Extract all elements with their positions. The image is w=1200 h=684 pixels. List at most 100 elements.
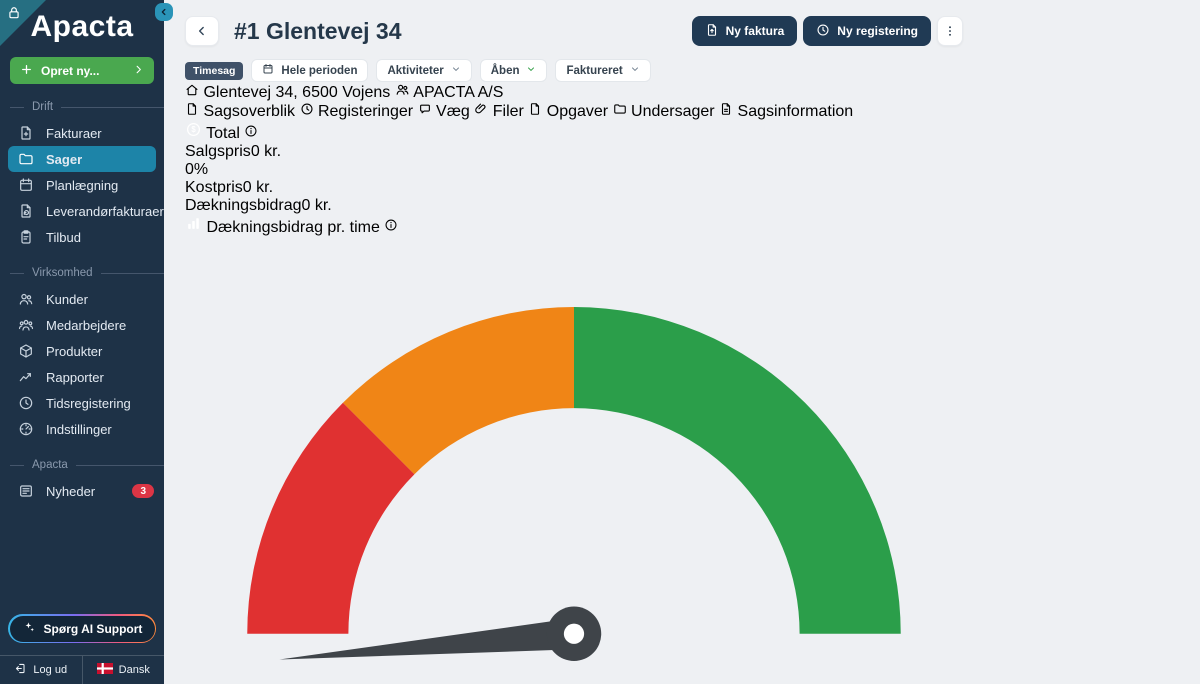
employees-icon — [18, 317, 34, 333]
tab-sagsoverblik[interactable]: Sagsoverblik — [185, 103, 300, 120]
sidebar-item-rapporter[interactable]: Rapporter — [0, 364, 164, 390]
sidebar-item-leverandorfakturaer[interactable]: Leverandørfakturaer — [0, 198, 164, 224]
sidebar-item-label: Produkter — [46, 344, 102, 359]
sidebar-item-label: Sager — [46, 152, 82, 167]
sidebar-collapse-button[interactable] — [155, 3, 173, 21]
logout-button[interactable]: Log ud — [0, 656, 83, 684]
sidebar-footer: Log ud Dansk — [0, 655, 164, 684]
sidebar-item-indstillinger[interactable]: Indstillinger — [0, 416, 164, 442]
company-icon — [395, 84, 410, 101]
new-registration-label: Ny registering — [837, 24, 918, 38]
status-select[interactable]: Åben — [480, 59, 548, 82]
create-new-label: Opret ny... — [41, 64, 125, 78]
clock-icon — [18, 395, 34, 411]
sidebar-item-label: Indstillinger — [46, 422, 112, 437]
back-button[interactable] — [185, 16, 219, 46]
address-text: Glentevej 34, 6500 Vojens — [203, 84, 390, 101]
company-text: APACTA A/S — [413, 84, 503, 101]
sidebar-item-sager[interactable]: Sager — [8, 146, 156, 172]
tab-undersager[interactable]: Undersager — [613, 103, 720, 120]
sidebar: Apacta Opret ny... Drift Fakturaer Sager… — [0, 0, 164, 684]
clock-icon — [300, 103, 314, 120]
sidebar-item-tilbud[interactable]: Tilbud — [0, 224, 164, 250]
case-type-badge: Timesag — [185, 62, 243, 80]
sidebar-item-medarbejdere[interactable]: Medarbejdere — [0, 312, 164, 338]
sidebar-item-fakturaer[interactable]: Fakturaer — [0, 120, 164, 146]
chevron-down-icon — [630, 64, 640, 77]
activities-select[interactable]: Aktiviteter — [376, 59, 471, 82]
main-area: #1 Glentevej 34 Ny faktura Ny registerin… — [164, 0, 1200, 684]
invoice-icon — [18, 125, 34, 141]
chevron-down-icon — [451, 64, 461, 77]
task-doc-icon — [528, 103, 542, 120]
period-label: Hele perioden — [281, 65, 357, 77]
danish-flag-icon — [97, 663, 113, 677]
info-icon[interactable] — [384, 219, 398, 236]
case-meta: Glentevej 34, 6500 Vojens APACTA A/S — [185, 82, 963, 102]
overview-doc-icon — [185, 103, 199, 120]
stat-value: 0 kr. — [302, 197, 332, 214]
invoiced-select[interactable]: Faktureret — [555, 59, 650, 82]
sidebar-item-label: Kunder — [46, 292, 88, 307]
paperclip-icon — [474, 103, 488, 120]
page-header: #1 Glentevej 34 Ny faktura Ny registerin… — [185, 16, 963, 46]
sidebar-item-tidsregistering[interactable]: Tidsregistering — [0, 390, 164, 416]
card-daekningsbidrag-pr-time: Dækningsbidrag pr. time 0 kr. — [185, 215, 963, 684]
trend-icon — [18, 369, 34, 385]
new-registration-button[interactable]: Ny registering — [803, 16, 931, 46]
create-new-button[interactable]: Opret ny... — [10, 57, 154, 84]
tab-label: Sagsinformation — [738, 103, 854, 120]
period-chip[interactable]: Hele perioden — [251, 59, 368, 82]
box-icon — [18, 343, 34, 359]
tab-opgaver[interactable]: Opgaver — [528, 103, 612, 120]
ai-support-button[interactable]: Spørg AI Support — [10, 616, 155, 642]
card-title: Total — [206, 125, 240, 142]
card-total: $ Total Salgspris0 kr. 0% Kostpris0 kr. … — [185, 121, 963, 215]
sparkles-icon — [22, 620, 36, 637]
tab-bar: Sagsoverblik Registeringer Væg Filer Opg… — [185, 102, 963, 121]
clipboard-icon — [18, 229, 34, 245]
tab-vaeg[interactable]: Væg — [418, 103, 475, 120]
plus-icon — [20, 63, 33, 79]
card-title: Dækningsbidrag pr. time — [206, 219, 379, 236]
file-up-icon — [705, 23, 719, 40]
section-title: Virksomhed — [32, 267, 93, 279]
tab-filer[interactable]: Filer — [474, 103, 528, 120]
more-options-button[interactable] — [937, 16, 963, 46]
stat-label: Kostpris — [185, 179, 243, 196]
sidebar-item-produkter[interactable]: Produkter — [0, 338, 164, 364]
sidebar-item-kunder[interactable]: Kunder — [0, 286, 164, 312]
chevron-down-icon — [526, 64, 536, 77]
sidebar-item-planlaegning[interactable]: Planlægning — [0, 172, 164, 198]
stat-label: Dækningsbidrag — [185, 197, 302, 214]
chevron-right-icon — [133, 64, 144, 78]
tab-label: Filer — [493, 103, 524, 120]
sidebar-item-label: Rapporter — [46, 370, 104, 385]
page-title: #1 Glentevej 34 — [234, 18, 402, 45]
ai-support-border: Spørg AI Support — [8, 614, 156, 643]
svg-text:$: $ — [191, 125, 196, 134]
logout-label: Log ud — [33, 664, 67, 676]
language-button[interactable]: Dansk — [83, 656, 165, 684]
nav-list-virksomhed: Kunder Medarbejdere Produkter Rapporter … — [0, 286, 164, 442]
supplier-invoice-icon — [18, 203, 34, 219]
sidebar-item-label: Fakturaer — [46, 126, 102, 141]
dollar-icon: $ — [185, 125, 202, 142]
address-item: Glentevej 34, 6500 Vojens — [185, 84, 395, 101]
section-title: Apacta — [32, 459, 68, 471]
sidebar-item-label: Planlægning — [46, 178, 118, 193]
sidebar-item-label: Leverandørfakturaer — [46, 204, 164, 219]
sale-label: Salgspris — [185, 143, 251, 160]
tab-label: Registeringer — [318, 103, 413, 120]
info-icon[interactable] — [244, 125, 258, 142]
sidebar-item-nyheder[interactable]: Nyheder 3 — [0, 478, 164, 504]
nav-list-drift: Fakturaer Sager Planlægning Leverandørfa… — [0, 120, 164, 250]
section-drift: Drift — [0, 101, 164, 113]
home-icon — [185, 84, 199, 101]
bar-chart-icon — [185, 219, 202, 236]
tab-sagsinformation[interactable]: Sagsinformation — [719, 103, 853, 120]
tab-label: Sagsoverblik — [203, 103, 295, 120]
tab-registeringer[interactable]: Registeringer — [300, 103, 418, 120]
calendar-icon — [262, 63, 274, 78]
new-invoice-button[interactable]: Ny faktura — [692, 16, 798, 46]
